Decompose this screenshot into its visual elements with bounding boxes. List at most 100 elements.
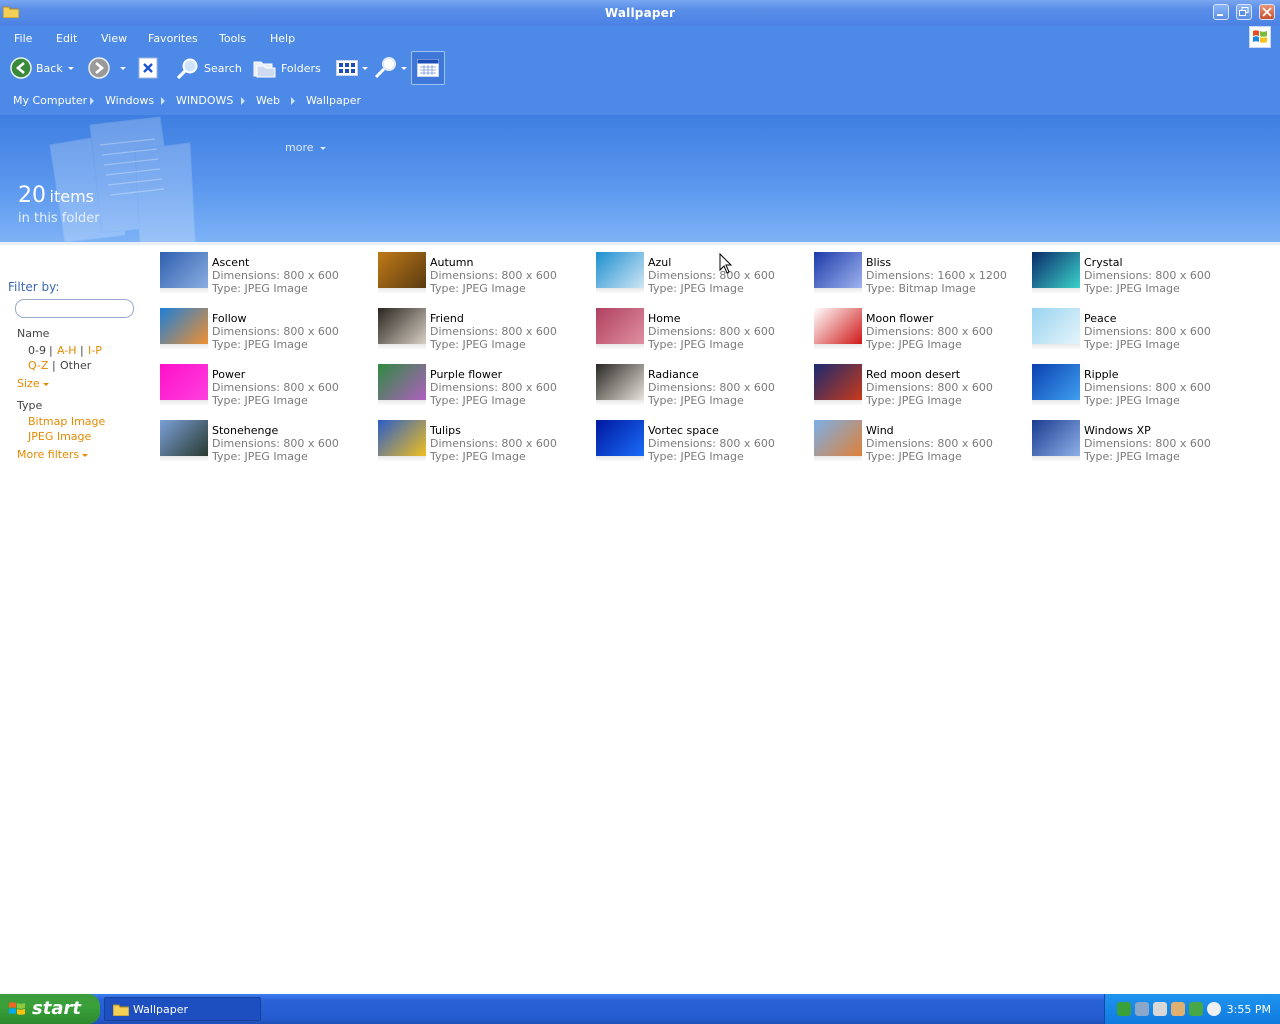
thumbnail-image[interactable] xyxy=(814,252,862,288)
up-folder-button[interactable] xyxy=(137,50,159,86)
breadcrumb-web[interactable]: Web xyxy=(256,94,280,107)
wallpaper-item[interactable]: Azul Dimensions: 800 x 600 Type: JPEG Imag… xyxy=(596,252,806,302)
thumbnail-image[interactable] xyxy=(814,308,862,344)
filter-separator: | xyxy=(80,344,84,357)
thumbnail-image[interactable] xyxy=(596,252,644,288)
item-dimensions: Dimensions: 800 x 600 xyxy=(866,325,993,338)
menu-favorites[interactable]: Favorites xyxy=(148,32,198,45)
filter-name-a-h[interactable]: A-H xyxy=(57,344,77,357)
filter-type-label: Type xyxy=(17,399,43,412)
wallpaper-item[interactable]: Wind Dimensions: 800 x 600 Type: JPEG Imag… xyxy=(814,420,1024,470)
chevron-down-icon[interactable] xyxy=(401,67,407,70)
thumbnail-image[interactable] xyxy=(378,364,426,400)
filter-size-link[interactable]: Size xyxy=(17,377,49,390)
shield-icon[interactable] xyxy=(1189,1002,1203,1016)
network-icon[interactable] xyxy=(1117,1002,1131,1016)
forward-button[interactable] xyxy=(86,50,128,86)
wallpaper-item[interactable]: Stonehenge Dimensions: 800 x 600 Type: JPE… xyxy=(160,420,370,470)
wallpaper-item[interactable]: Vortec space Dimensions: 800 x 600 Type: J… xyxy=(596,420,806,470)
breadcrumb-windows[interactable]: Windows xyxy=(105,94,154,107)
thumbnail-image[interactable] xyxy=(596,420,644,456)
thumbnail-image[interactable] xyxy=(378,252,426,288)
menu-help[interactable]: Help xyxy=(270,32,295,45)
filter-name-0-9[interactable]: 0-9 xyxy=(28,344,46,357)
people-icon[interactable] xyxy=(1171,1002,1185,1016)
item-name: Ripple xyxy=(1084,368,1119,381)
wallpaper-item[interactable]: Power Dimensions: 800 x 600 Type: JPEG Ima… xyxy=(160,364,370,414)
thumbnail-image[interactable] xyxy=(160,420,208,456)
breadcrumb-my-computer[interactable]: My Computer xyxy=(13,94,87,107)
wallpaper-item[interactable]: Home Dimensions: 800 x 600 Type: JPEG Imag… xyxy=(596,308,806,358)
chevron-down-icon[interactable] xyxy=(68,67,74,70)
chevron-down-icon[interactable] xyxy=(120,67,126,70)
wallpaper-item[interactable]: Friend Dimensions: 800 x 600 Type: JPEG Im… xyxy=(378,308,588,358)
breadcrumb-wallpaper[interactable]: Wallpaper xyxy=(306,94,361,107)
wallpaper-item[interactable]: Ripple Dimensions: 800 x 600 Type: JPEG Im… xyxy=(1032,364,1242,414)
views-button[interactable] xyxy=(336,50,370,86)
wallpaper-item[interactable]: Autumn Dimensions: 800 x 600 Type: JPEG Im… xyxy=(378,252,588,302)
thumbnail-image[interactable] xyxy=(160,252,208,288)
thumbnail-image[interactable] xyxy=(378,308,426,344)
menu-file[interactable]: File xyxy=(14,32,32,45)
menu-tools[interactable]: Tools xyxy=(219,32,246,45)
menu-view[interactable]: View xyxy=(101,32,127,45)
restore-button[interactable] xyxy=(1236,4,1252,20)
item-type: Type: JPEG Image xyxy=(866,394,962,407)
item-count: 20 items xyxy=(18,183,94,208)
wallpaper-item[interactable]: Windows XP Dimensions: 800 x 600 Type: JPE… xyxy=(1032,420,1242,470)
zoom-button[interactable] xyxy=(374,50,408,86)
network-connection-icon[interactable] xyxy=(1135,1002,1149,1016)
minimize-button[interactable] xyxy=(1213,4,1229,20)
wallpaper-item[interactable]: Moon flower Dimensions: 800 x 600 Type: JP… xyxy=(814,308,1024,358)
calendar-view-button[interactable] xyxy=(411,51,445,85)
thumbnail-image[interactable] xyxy=(1032,364,1080,400)
title-bar[interactable]: Wallpaper xyxy=(0,0,1280,26)
wallpaper-item[interactable]: Ascent Dimensions: 800 x 600 Type: JPEG Im… xyxy=(160,252,370,302)
wallpaper-item[interactable]: Follow Dimensions: 800 x 600 Type: JPEG Im… xyxy=(160,308,370,358)
folders-button[interactable]: Folders xyxy=(253,50,323,86)
thumbnail-image[interactable] xyxy=(1032,420,1080,456)
thumbnail-image[interactable] xyxy=(160,364,208,400)
thumbnail-image[interactable] xyxy=(1032,308,1080,344)
thumbnail-image[interactable] xyxy=(160,308,208,344)
filter-name-other[interactable]: Other xyxy=(60,359,91,372)
start-button[interactable]: start xyxy=(0,994,100,1024)
thumbnail-image[interactable] xyxy=(596,364,644,400)
filter-name-q-z[interactable]: Q-Z xyxy=(28,359,48,372)
filter-type-jpeg[interactable]: JPEG Image xyxy=(28,430,91,443)
breadcrumb-windows-caps[interactable]: WINDOWS xyxy=(176,94,233,107)
thumbnail-image[interactable] xyxy=(1032,252,1080,288)
wallpaper-item[interactable]: Crystal Dimensions: 800 x 600 Type: JPEG I… xyxy=(1032,252,1242,302)
search-button[interactable]: Search xyxy=(176,50,242,86)
wallpaper-item[interactable]: Tulips Dimensions: 800 x 600 Type: JPEG Im… xyxy=(378,420,588,470)
taskbar-item-label: Wallpaper xyxy=(133,1003,189,1016)
item-type: Type: JPEG Image xyxy=(1084,282,1180,295)
back-button[interactable]: Back xyxy=(8,50,78,86)
menu-edit[interactable]: Edit xyxy=(56,32,77,45)
breadcrumb: My Computer Windows WINDOWS Web Wallpape… xyxy=(0,88,1280,114)
item-type: Type: JPEG Image xyxy=(212,450,308,463)
wallpaper-item[interactable]: Bliss Dimensions: 1600 x 1200 Type: Bitmap… xyxy=(814,252,1024,302)
thumbnail-reflection xyxy=(378,400,426,406)
filter-type-bitmap[interactable]: Bitmap Image xyxy=(28,415,105,428)
thumbnail-image[interactable] xyxy=(814,420,862,456)
item-name: Autumn xyxy=(430,256,474,269)
close-button[interactable] xyxy=(1259,4,1275,20)
wallpaper-item[interactable]: Purple flower Dimensions: 800 x 600 Type: … xyxy=(378,364,588,414)
wallpaper-item[interactable]: Peace Dimensions: 800 x 600 Type: JPEG Ima… xyxy=(1032,308,1242,358)
safely-remove-icon[interactable] xyxy=(1153,1002,1167,1016)
more-link[interactable]: more xyxy=(285,141,326,154)
taskbar-item-wallpaper[interactable]: Wallpaper xyxy=(104,997,261,1021)
chevron-down-icon[interactable] xyxy=(362,67,368,70)
wallpaper-item[interactable]: Radiance Dimensions: 800 x 600 Type: JPEG … xyxy=(596,364,806,414)
thumbnail-image[interactable] xyxy=(814,364,862,400)
more-filters-link[interactable]: More filters xyxy=(17,448,89,461)
filter-name-i-p[interactable]: I-P xyxy=(88,344,102,357)
thumbnail-image[interactable] xyxy=(378,420,426,456)
filter-search-input[interactable] xyxy=(15,299,134,318)
breadcrumb-separator-icon xyxy=(90,97,94,105)
item-dimensions: Dimensions: 800 x 600 xyxy=(648,325,775,338)
wallpaper-item[interactable]: Red moon desert Dimensions: 800 x 600 Type… xyxy=(814,364,1024,414)
volume-icon[interactable] xyxy=(1207,1002,1221,1016)
thumbnail-image[interactable] xyxy=(596,308,644,344)
